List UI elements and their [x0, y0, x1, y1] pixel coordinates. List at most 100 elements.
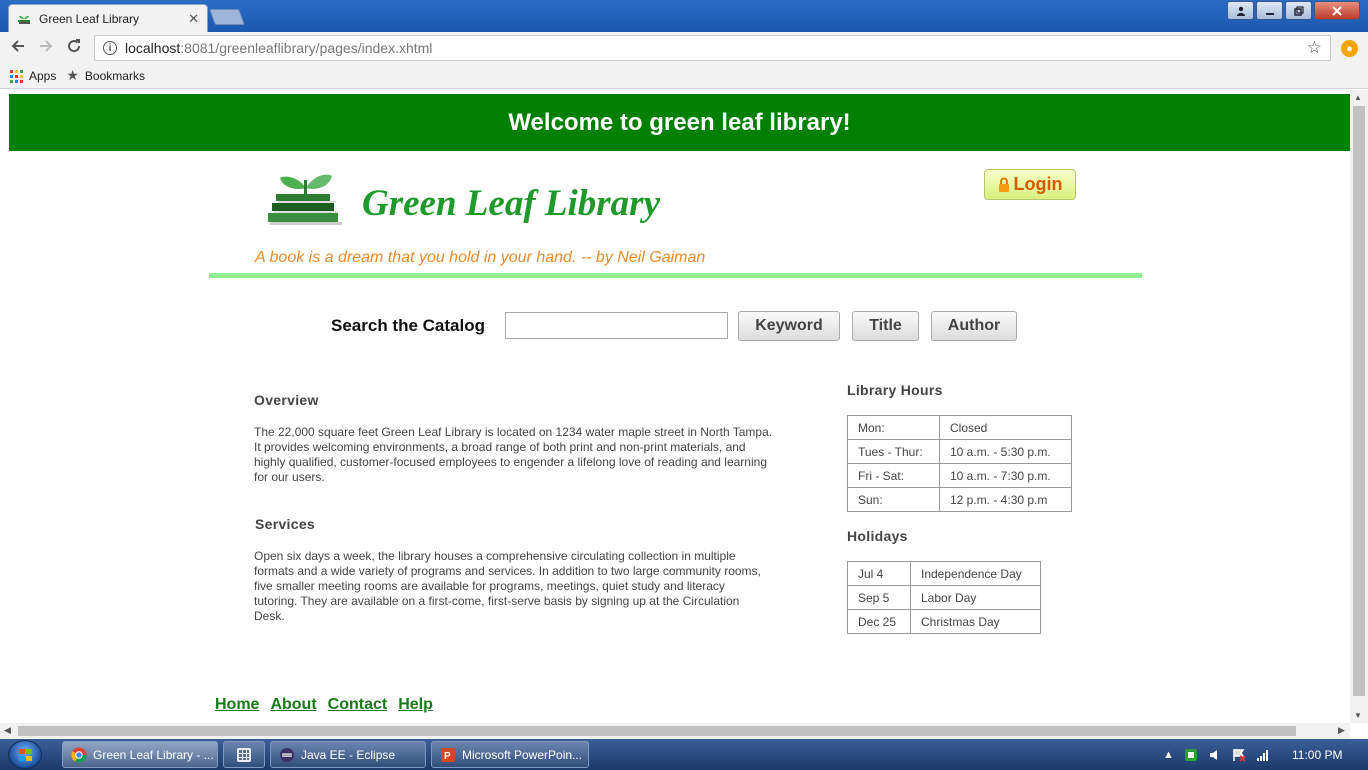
footer-link-help[interactable]: Help	[398, 696, 433, 714]
back-arrow-icon	[11, 39, 24, 52]
bookmark-bookmarks-label: Bookmarks	[84, 69, 145, 83]
keyword-search-button[interactable]: Keyword	[738, 311, 840, 341]
minimize-icon	[1265, 12, 1274, 15]
bookmarks-bar: Apps ★ Bookmarks	[0, 64, 1368, 89]
address-bar[interactable]: i localhost:8081/greenleaflibrary/pages/…	[94, 35, 1331, 61]
hours-day: Fri - Sat:	[847, 463, 940, 488]
taskbar-item-chrome[interactable]: Green Leaf Library - ...	[62, 741, 218, 768]
banner-title: Welcome to green leaf library!	[508, 108, 851, 136]
hours-day: Tues - Thur:	[847, 439, 940, 464]
minimize-button[interactable]	[1256, 1, 1283, 20]
holiday-date: Dec 25	[847, 609, 911, 634]
footer-link-home[interactable]: Home	[215, 696, 259, 714]
flag-alert-icon[interactable]	[1232, 748, 1246, 762]
holiday-name: Labor Day	[910, 585, 1041, 610]
windows-logo-icon	[19, 749, 33, 761]
signal-bars-icon[interactable]	[1256, 748, 1270, 762]
holidays-heading: Holidays	[847, 528, 908, 544]
forward-button[interactable]	[32, 38, 60, 59]
table-row: Tues - Thur: 10 a.m. - 5:30 p.m.	[847, 439, 1072, 464]
vertical-scrollbar[interactable]: ▲ ▼	[1350, 90, 1368, 723]
close-window-button[interactable]	[1314, 1, 1360, 20]
close-icon	[1332, 5, 1342, 16]
table-row: Sep 5 Labor Day	[847, 585, 1041, 610]
library-hours-table: Mon: Closed Tues - Thur: 10 a.m. - 5:30 …	[847, 415, 1072, 512]
table-row: Fri - Sat: 10 a.m. - 7:30 p.m.	[847, 463, 1072, 488]
window-controls	[1227, 1, 1360, 20]
hours-time: Closed	[939, 415, 1072, 440]
holidays-table: Jul 4 Independence Day Sep 5 Labor Day D…	[847, 561, 1041, 634]
holiday-name: Christmas Day	[910, 609, 1041, 634]
books-logo-icon	[268, 174, 342, 225]
windows-taskbar: Green Leaf Library - ... Java EE - Eclip…	[0, 739, 1368, 770]
login-label: Login	[1013, 174, 1063, 194]
taskbar-item-label: Java EE - Eclipse	[301, 747, 396, 762]
scroll-right-icon[interactable]: ▶	[1338, 725, 1345, 736]
taskbar-clock[interactable]: 11:00 PM	[1292, 748, 1342, 762]
restore-icon	[1293, 5, 1304, 16]
holiday-name: Independence Day	[910, 561, 1041, 586]
footer-link-contact[interactable]: Contact	[328, 696, 388, 714]
calculator-icon	[237, 747, 251, 762]
tab-close-icon[interactable]: ✕	[188, 11, 199, 27]
user-icon	[1236, 6, 1245, 16]
author-search-button[interactable]: Author	[931, 311, 1017, 341]
powerpoint-icon: P	[441, 747, 455, 762]
user-profile-button[interactable]	[1227, 1, 1254, 20]
system-tray: ▲	[1163, 739, 1270, 770]
footer-nav: Home About Contact Help	[215, 696, 433, 714]
site-info-icon[interactable]: i	[103, 41, 117, 55]
tab-title: Green Leaf Library	[39, 11, 140, 26]
table-row: Jul 4 Independence Day	[847, 561, 1041, 586]
network-status-icon[interactable]	[1184, 748, 1198, 762]
title-search-button[interactable]: Title	[852, 311, 919, 341]
horizontal-scroll-thumb[interactable]	[18, 726, 1296, 736]
catalog-search-input[interactable]	[505, 312, 728, 339]
bookmark-star-icon[interactable]: ☆	[1307, 38, 1322, 58]
bookmark-bookmarks[interactable]: ★ Bookmarks	[66, 68, 145, 84]
extension-icon[interactable]: ●	[1341, 40, 1358, 57]
hours-time: 10 a.m. - 7:30 p.m.	[939, 463, 1072, 488]
svg-text:P: P	[444, 751, 451, 762]
reload-icon	[68, 38, 81, 52]
taskbar-item-label: Green Leaf Library - ...	[93, 747, 214, 762]
overview-heading: Overview	[254, 392, 319, 408]
tagline: A book is a dream that you hold in your …	[255, 249, 706, 266]
new-tab-button[interactable]	[209, 9, 245, 25]
window-titlebar: Green Leaf Library ✕	[0, 0, 1368, 32]
hours-time: 10 a.m. - 5:30 p.m.	[939, 439, 1072, 464]
taskbar-item-calculator[interactable]	[223, 741, 265, 768]
horizontal-scrollbar[interactable]: ◀ ▶	[0, 723, 1350, 739]
page-viewport: Welcome to green leaf library! Green Lea…	[0, 90, 1350, 723]
holiday-date: Sep 5	[847, 585, 911, 610]
volume-icon[interactable]	[1208, 748, 1222, 762]
scroll-left-icon[interactable]: ◀	[4, 725, 11, 736]
book-favicon-icon	[18, 15, 30, 24]
tray-expand-icon[interactable]: ▲	[1163, 749, 1174, 761]
forward-arrow-icon	[40, 39, 53, 52]
library-logo-text: Green Leaf Library	[362, 183, 660, 224]
browser-tab[interactable]: Green Leaf Library ✕	[8, 4, 208, 32]
scroll-down-icon[interactable]: ▼	[1354, 711, 1362, 720]
footer-link-about[interactable]: About	[270, 696, 316, 714]
bookmark-apps[interactable]: Apps	[10, 69, 56, 83]
url-host: localhost	[125, 40, 181, 56]
taskbar-item-label: Microsoft PowerPoin...	[462, 747, 583, 762]
start-button[interactable]	[8, 740, 42, 769]
maximize-button[interactable]	[1285, 1, 1312, 20]
browser-toolbar: i localhost:8081/greenleaflibrary/pages/…	[0, 32, 1368, 64]
lock-icon	[998, 177, 1009, 192]
services-text: Open six days a week, the library houses…	[254, 549, 761, 623]
apps-grid-icon	[10, 69, 23, 83]
scroll-up-icon[interactable]: ▲	[1354, 93, 1362, 102]
reload-button[interactable]	[60, 38, 88, 59]
overview-text: The 22,000 square feet Green Leaf Librar…	[254, 425, 773, 484]
taskbar-item-powerpoint[interactable]: P Microsoft PowerPoin...	[431, 741, 589, 768]
back-button[interactable]	[4, 38, 32, 59]
chrome-icon	[71, 747, 87, 763]
login-button[interactable]: Login	[984, 169, 1076, 200]
taskbar-item-eclipse[interactable]: Java EE - Eclipse	[270, 741, 426, 768]
holiday-date: Jul 4	[847, 561, 911, 586]
hours-time: 12 p.m. - 4:30 p.m	[939, 487, 1072, 512]
vertical-scroll-thumb[interactable]	[1353, 106, 1365, 696]
